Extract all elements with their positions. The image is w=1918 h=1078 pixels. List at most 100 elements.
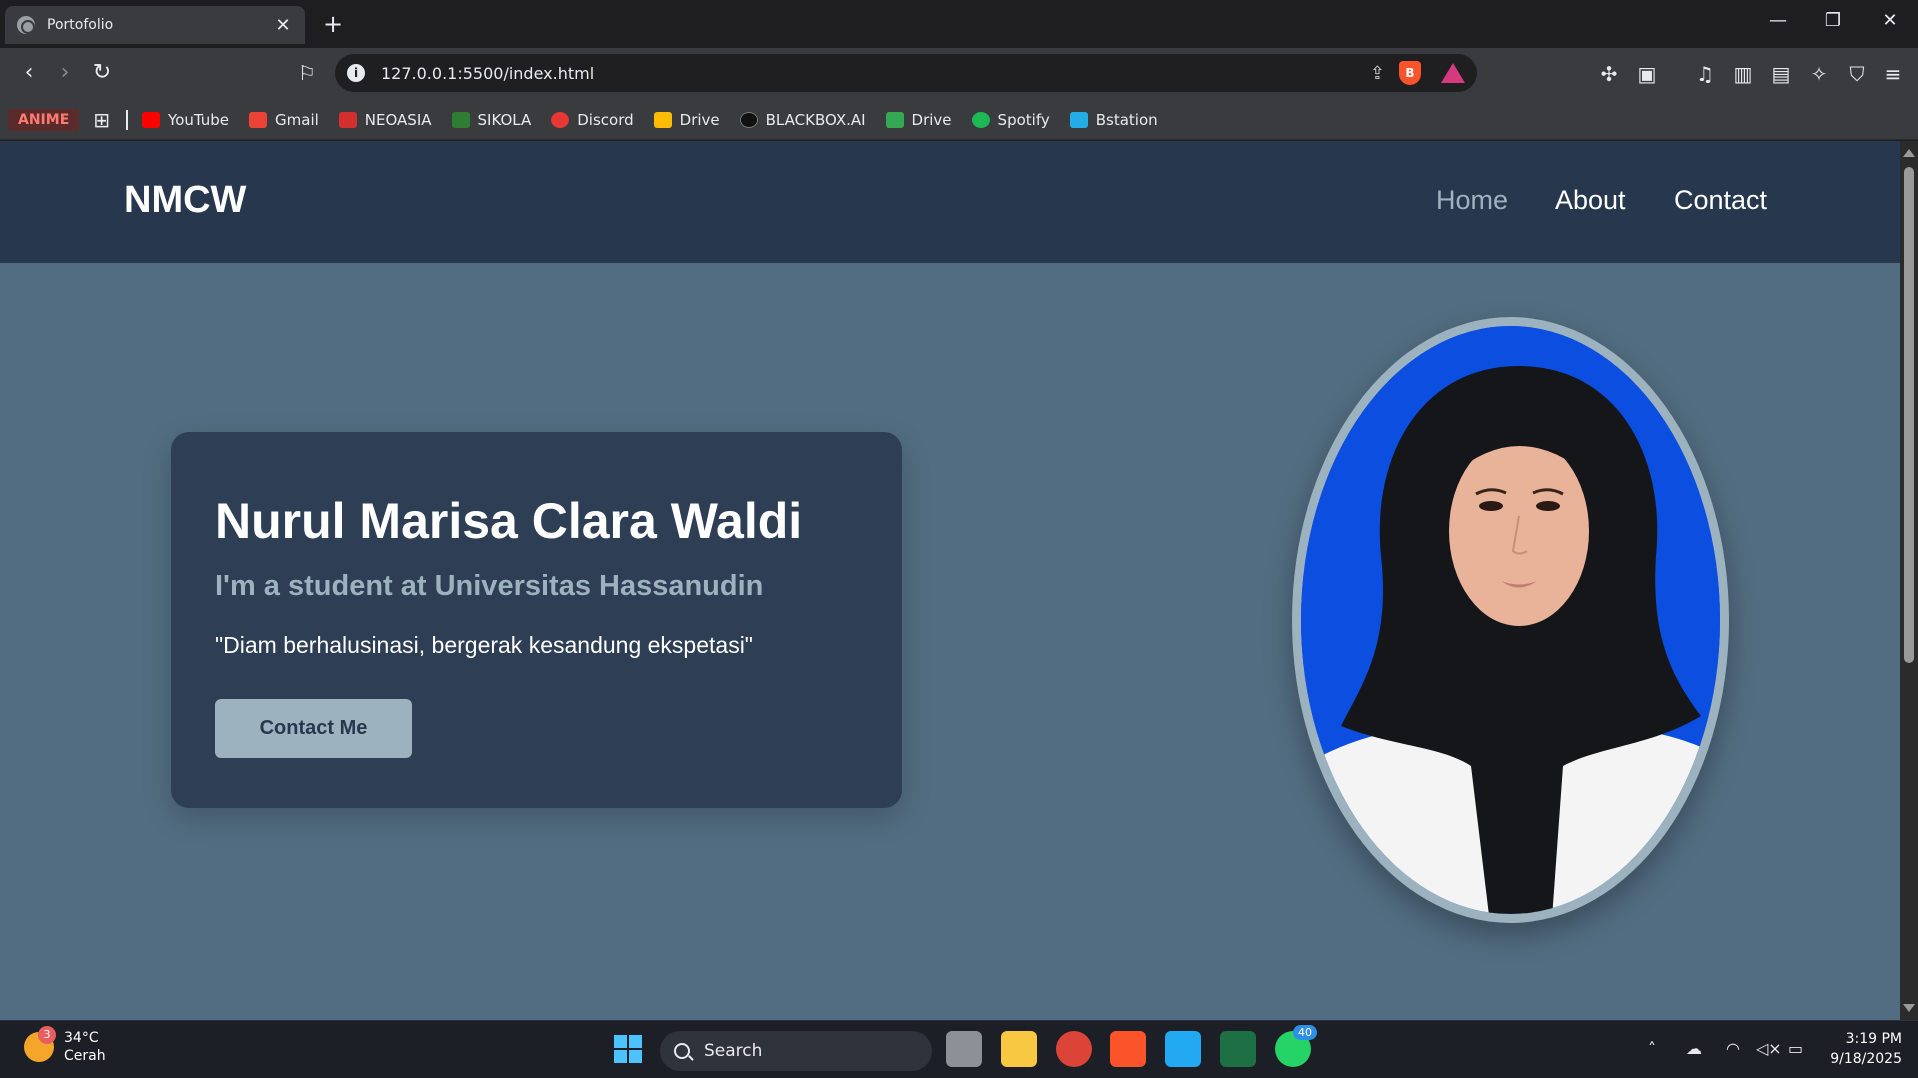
site-header: NMCW Home About Contact [0,141,1900,263]
back-icon[interactable]: ‹ [14,60,44,88]
hero-subtitle: I'm a student at Universitas Hassanudin [215,570,764,602]
wifi-icon[interactable]: ◠ [1726,1039,1740,1058]
windows-taskbar: 3 34°C Cerah Search 40 ˄ ☁ ◠ ◁× ▭ 3:19 P… [0,1020,1918,1078]
bookmark-label: Drive [911,110,952,129]
minimize-icon[interactable]: — [1758,10,1798,31]
leo-ai-icon[interactable]: ✧ [1806,62,1832,88]
globe-icon [17,16,35,34]
nav-contact[interactable]: Contact [1674,185,1767,216]
site-logo[interactable]: NMCW [124,179,246,222]
clock-time: 3:19 PM [1845,1031,1902,1047]
restore-icon[interactable]: ❐ [1813,10,1853,31]
brave-icon[interactable] [1110,1031,1146,1067]
bookmark-drive[interactable]: Drive [653,110,720,129]
bookmark-label: YouTube [168,110,230,129]
whatsapp-icon[interactable]: 40 [1275,1025,1317,1067]
bstation-icon [1069,111,1088,128]
excel-icon[interactable] [1220,1031,1256,1067]
volume-muted-icon[interactable]: ◁× [1756,1039,1782,1058]
page-scrollbar[interactable] [1900,141,1918,1020]
bookmark-spotify[interactable]: Spotify [971,110,1050,129]
bookmark-label: BLACKBOX.AI [765,110,866,129]
scroll-up-icon[interactable] [1903,149,1915,157]
media-icon[interactable]: ♫ [1692,62,1718,88]
tab-title: Portofolio [47,17,114,33]
bookmark-label: Spotify [997,110,1050,129]
system-clock[interactable]: 3:19 PM 9/18/2025 [1820,1029,1902,1069]
bookmark-anime[interactable]: ANIME [8,108,80,131]
portrait-illustration [1301,326,1720,914]
whatsapp-badge: 40 [1293,1025,1317,1040]
bookmark-gmail[interactable]: Gmail [249,111,319,129]
close-window-icon[interactable]: ✕ [1870,10,1910,31]
task-view-icon[interactable] [946,1031,982,1067]
bookmark-youtube[interactable]: YouTube [142,111,229,129]
bookmarks-bar: ANIME ⊞ YouTube Gmail NEOASIA SIKOLA Dis… [0,100,1918,140]
bookmark-bstation[interactable]: Bstation [1069,111,1158,129]
contact-me-button[interactable]: Contact Me [215,699,412,758]
windows-icon [614,1035,642,1063]
bookmark-label: Gmail [275,110,319,129]
bookmark-discord[interactable]: Discord [551,110,634,129]
bookmark-label: Discord [577,110,634,129]
onedrive-icon[interactable]: ☁ [1686,1039,1702,1058]
web-page: NMCW Home About Contact Nurul Marisa Cla… [0,141,1900,1020]
scroll-down-icon[interactable] [1903,1004,1915,1012]
bookmark-separator [126,109,129,130]
spotify-icon [971,111,990,128]
wallet-icon[interactable]: ▤ [1768,62,1794,88]
drive-icon [653,111,672,128]
vpn-icon[interactable]: ⛉ [1844,62,1870,88]
hero-quote: "Diam berhalusinasi, bergerak kesandung … [215,632,753,658]
browser-toolbar: ‹ › ↻ ⚐ i 127.0.0.1:5500/index.html ⇪ B … [0,48,1918,100]
menu-icon[interactable]: ≡ [1880,62,1906,88]
hero-card: Nurul Marisa Clara Waldi I'm a student a… [171,432,902,808]
screenshot-icon[interactable]: ▣ [1634,62,1660,88]
search-placeholder: Search [704,1041,763,1061]
bookmark-label: SIKOLA [477,110,532,129]
clock-date: 9/18/2025 [1830,1051,1902,1067]
battery-icon[interactable]: ▭ [1788,1039,1803,1058]
taskbar-search[interactable]: Search [660,1031,932,1071]
vscode-icon[interactable] [1165,1031,1201,1067]
tab-portfolio[interactable]: Portofolio ✕ [5,6,305,44]
weather-sun-icon: 3 [24,1026,56,1062]
file-explorer-icon[interactable] [1001,1031,1037,1067]
chrome-icon[interactable] [1056,1031,1092,1067]
discord-icon [551,111,570,128]
neoasia-icon [338,111,357,128]
share-icon[interactable]: ⇪ [1370,63,1385,84]
address-bar[interactable]: i 127.0.0.1:5500/index.html ⇪ B [335,54,1477,92]
brave-rewards-icon[interactable] [1441,63,1465,83]
bookmark-icon[interactable]: ⚐ [292,60,322,88]
weather-temperature: 34°C [64,1030,99,1046]
scroll-thumb[interactable] [1904,167,1914,663]
new-tab-button[interactable]: + [318,10,348,38]
forward-icon[interactable]: › [50,60,80,88]
bookmark-neoasia[interactable]: NEOASIA [338,111,432,129]
weather-widget[interactable]: 3 34°C Cerah [24,1026,106,1065]
brave-shields-icon[interactable]: B [1399,61,1421,85]
apps-grid-icon[interactable]: ⊞ [93,108,110,132]
search-icon [674,1043,690,1059]
bookmark-sikola[interactable]: SIKOLA [451,110,532,129]
close-tab-icon[interactable]: ✕ [273,15,293,36]
drive-icon [885,111,904,128]
reload-icon[interactable]: ↻ [87,60,117,88]
sikola-icon [451,111,470,128]
nav-home[interactable]: Home [1436,185,1508,216]
tab-strip: Portofolio ✕ + — ❐ ✕ [0,0,1918,48]
start-button[interactable] [610,1031,646,1067]
weather-badge: 3 [38,1026,56,1044]
gmail-icon [249,111,268,128]
bookmark-blackbox[interactable]: BLACKBOX.AI [739,110,866,129]
weather-description: Cerah [64,1048,106,1064]
url-text[interactable]: 127.0.0.1:5500/index.html [381,64,1370,83]
show-hidden-icons[interactable]: ˄ [1648,1039,1656,1058]
sidebar-icon[interactable]: ▥ [1730,62,1756,88]
site-info-icon[interactable]: i [347,64,365,82]
nav-about[interactable]: About [1555,185,1626,216]
bookmark-drive-2[interactable]: Drive [885,110,952,129]
extensions-icon[interactable]: ✣ [1596,62,1622,88]
bookmark-label: Drive [679,110,720,129]
